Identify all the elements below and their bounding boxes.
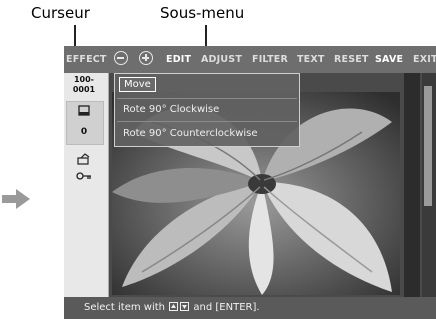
cursor-callout-label: Curseur xyxy=(31,4,90,22)
submenu-item-rotate-counterclockwise[interactable]: Rote 90° Counterclockwise xyxy=(123,128,258,139)
scrollbar-thumb[interactable] xyxy=(424,86,432,206)
menu-reset[interactable]: RESET xyxy=(334,46,369,73)
file-number: 0001 xyxy=(72,85,96,94)
menu-text[interactable]: TEXT xyxy=(297,46,325,73)
edit-submenu: Move Rote 90° Clockwise Rote 90° Counter… xyxy=(114,73,300,147)
pointer-arrow-icon xyxy=(2,189,30,209)
status-bar: Select item with and [ENTER]. xyxy=(64,297,436,319)
menu-save[interactable]: SAVE xyxy=(375,46,403,73)
top-menu-bar: EFFECT EDIT ADJUST FILTER TEXT RESET SAV… xyxy=(64,46,436,73)
submenu-callout-label: Sous-menu xyxy=(160,4,245,22)
menu-exit[interactable]: EXIT xyxy=(413,46,436,73)
submenu-divider xyxy=(117,121,297,122)
right-panel xyxy=(404,73,420,297)
status-hint-prefix: Select item with xyxy=(84,302,166,313)
submenu-item-move[interactable]: Move xyxy=(119,77,156,92)
info-sidebar: 100- 0001 0 xyxy=(64,73,109,297)
menu-adjust[interactable]: ADJUST xyxy=(201,46,242,73)
image-count: 0 xyxy=(80,127,88,137)
image-size-icon xyxy=(78,105,90,116)
folder-number: 100- xyxy=(73,75,95,84)
submenu-divider xyxy=(117,98,297,99)
print-mark-icon xyxy=(77,153,90,165)
status-hint-suffix: and [ENTER]. xyxy=(193,302,260,313)
menu-filter[interactable]: FILTER xyxy=(252,46,288,73)
zoom-in-icon[interactable] xyxy=(139,51,153,65)
protect-key-icon xyxy=(76,172,91,180)
down-key-icon xyxy=(180,302,190,311)
menu-edit[interactable]: EDIT xyxy=(166,46,191,73)
status-hint: Select item with and [ENTER]. xyxy=(84,302,260,313)
submenu-item-rotate-clockwise[interactable]: Rote 90° Clockwise xyxy=(123,104,219,115)
zoom-out-icon[interactable] xyxy=(114,51,128,65)
camera-screen: EFFECT EDIT ADJUST FILTER TEXT RESET SAV… xyxy=(64,46,436,319)
up-key-icon xyxy=(169,302,179,311)
menu-effect[interactable]: EFFECT xyxy=(66,46,107,73)
